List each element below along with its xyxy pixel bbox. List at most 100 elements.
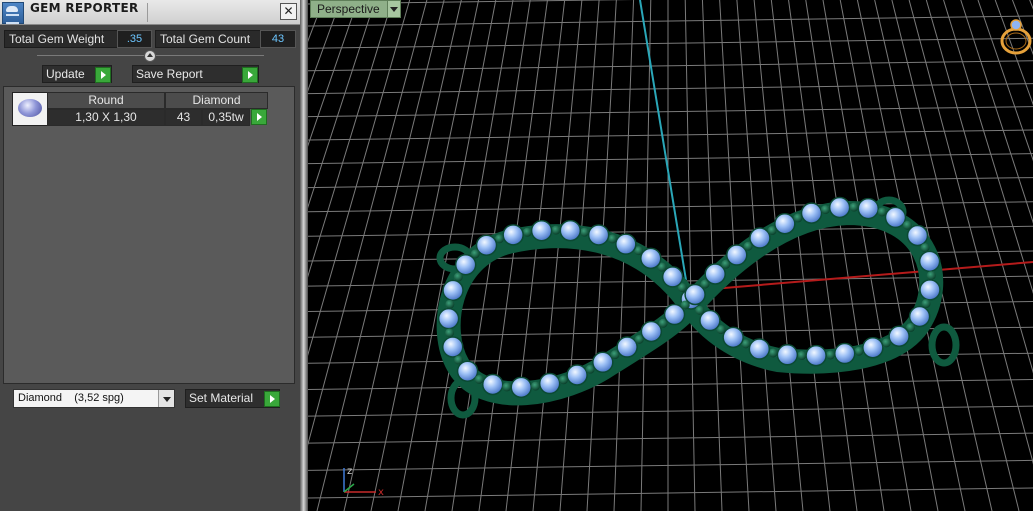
slider-handle[interactable] <box>144 50 156 62</box>
gem-list: Round Diamond 1,30 X 1,30 43 0,35tw <box>3 86 295 384</box>
grid-line <box>308 60 1033 72</box>
prong-bead <box>797 351 807 361</box>
grid-line <box>308 0 428 446</box>
prong-bead <box>551 225 561 235</box>
gemstone <box>510 376 532 399</box>
gemstone <box>475 234 498 256</box>
gemstone <box>615 233 637 255</box>
grid-line <box>532 0 583 511</box>
axis-gizmo-icon: z x <box>343 466 384 498</box>
prong-bead <box>825 350 835 360</box>
gemstone <box>592 351 614 374</box>
grid-line <box>770 0 831 511</box>
gemstone <box>748 338 771 360</box>
gemstone <box>919 279 941 301</box>
material-select-value: Diamond (3,52 spg) <box>18 392 124 404</box>
prong-bead <box>849 202 859 212</box>
set-material-button[interactable]: Set Material <box>185 389 280 408</box>
grid-line <box>308 83 1033 95</box>
update-button-label: Update <box>46 67 85 81</box>
gem-thumbnail <box>12 92 48 126</box>
grid-line <box>977 0 1033 162</box>
gemstone <box>884 206 907 229</box>
gemstone <box>559 219 582 242</box>
grid-line <box>559 0 600 511</box>
play-icon <box>95 67 111 83</box>
grid-line <box>805 0 885 511</box>
ring-icon[interactable] <box>998 14 1033 58</box>
gem-reporter-icon <box>2 2 24 24</box>
gem-shape-header: Round <box>47 92 165 109</box>
play-icon <box>242 67 258 83</box>
grid-line <box>1029 0 1033 10</box>
window-title: GEM REPORTER <box>30 1 139 15</box>
gemstone <box>749 227 771 249</box>
prong-bead <box>502 382 512 392</box>
material-select[interactable]: Diamond (3,52 spg) <box>13 389 175 408</box>
prong-bead <box>854 346 864 356</box>
z-axis-line <box>639 0 687 281</box>
axis-z-label: z <box>347 466 352 477</box>
gemstone <box>442 279 464 302</box>
prong-bead <box>445 328 455 338</box>
prong-bead <box>531 381 541 391</box>
gem-material-header: Diamond <box>165 92 268 109</box>
infinity-pendant[interactable] <box>436 196 960 419</box>
gemstone <box>776 344 799 366</box>
gemstone <box>442 336 464 358</box>
total-gem-weight-value: .35 <box>117 30 152 48</box>
gemstone <box>481 373 504 396</box>
grid-line <box>308 487 1033 499</box>
gemstone <box>805 344 827 367</box>
set-material-button-label: Set Material <box>189 391 254 405</box>
gemstone <box>566 364 588 386</box>
total-gem-weight-label: Total Gem Weight <box>4 30 118 48</box>
grid-line <box>505 0 566 511</box>
prong-bead <box>580 227 590 237</box>
gemstone <box>616 336 638 358</box>
panel-splitter[interactable] <box>300 0 308 511</box>
grid-line <box>308 15 1033 27</box>
dropdown-arrow-icon[interactable] <box>386 1 400 17</box>
gemstone <box>663 303 686 326</box>
close-icon[interactable]: ✕ <box>280 3 297 20</box>
gemstone <box>918 250 941 273</box>
gemstone <box>722 326 744 349</box>
grid-line <box>308 201 1033 213</box>
prong-bead <box>695 305 705 315</box>
view-selector[interactable]: Perspective <box>310 0 401 18</box>
perspective-scene <box>308 0 1033 511</box>
grid-line <box>308 0 376 209</box>
gemstone <box>587 224 610 246</box>
grid-line <box>308 352 1033 364</box>
grid-line <box>788 0 858 511</box>
gem-weight-cell: 0,35tw <box>202 109 250 126</box>
gem-size-cell: 1,30 X 1,30 <box>47 109 165 126</box>
grid-line <box>822 0 912 511</box>
gemstone <box>538 372 561 395</box>
jump-ring <box>928 323 960 367</box>
save-report-button[interactable]: Save Report <box>132 65 259 83</box>
total-gem-count-value: 43 <box>260 30 296 48</box>
gemstone <box>906 224 929 247</box>
prong-bead <box>820 205 830 215</box>
gemstone <box>862 336 884 359</box>
axis-x-label: x <box>378 487 384 498</box>
update-button[interactable]: Update <box>42 65 112 83</box>
grid-line <box>308 379 1033 391</box>
gemstone <box>774 213 796 235</box>
grid-line <box>308 459 1033 471</box>
title-divider <box>147 3 148 22</box>
prong-bead <box>445 299 455 309</box>
gem-count-cell: 43 <box>165 109 202 126</box>
gemstone <box>454 253 477 276</box>
gem-reporter-panel: GEM REPORTER ✕ Total Gem Weight .35 Tota… <box>0 0 300 511</box>
play-icon[interactable] <box>251 109 267 125</box>
prong-bead <box>522 227 532 237</box>
grid-line <box>308 153 1033 165</box>
3d-viewport[interactable]: Perspective z x <box>308 0 1033 511</box>
gemstone <box>888 325 910 348</box>
play-icon <box>264 391 280 407</box>
dropdown-arrow-icon[interactable] <box>158 390 174 407</box>
gemstone <box>437 307 460 330</box>
